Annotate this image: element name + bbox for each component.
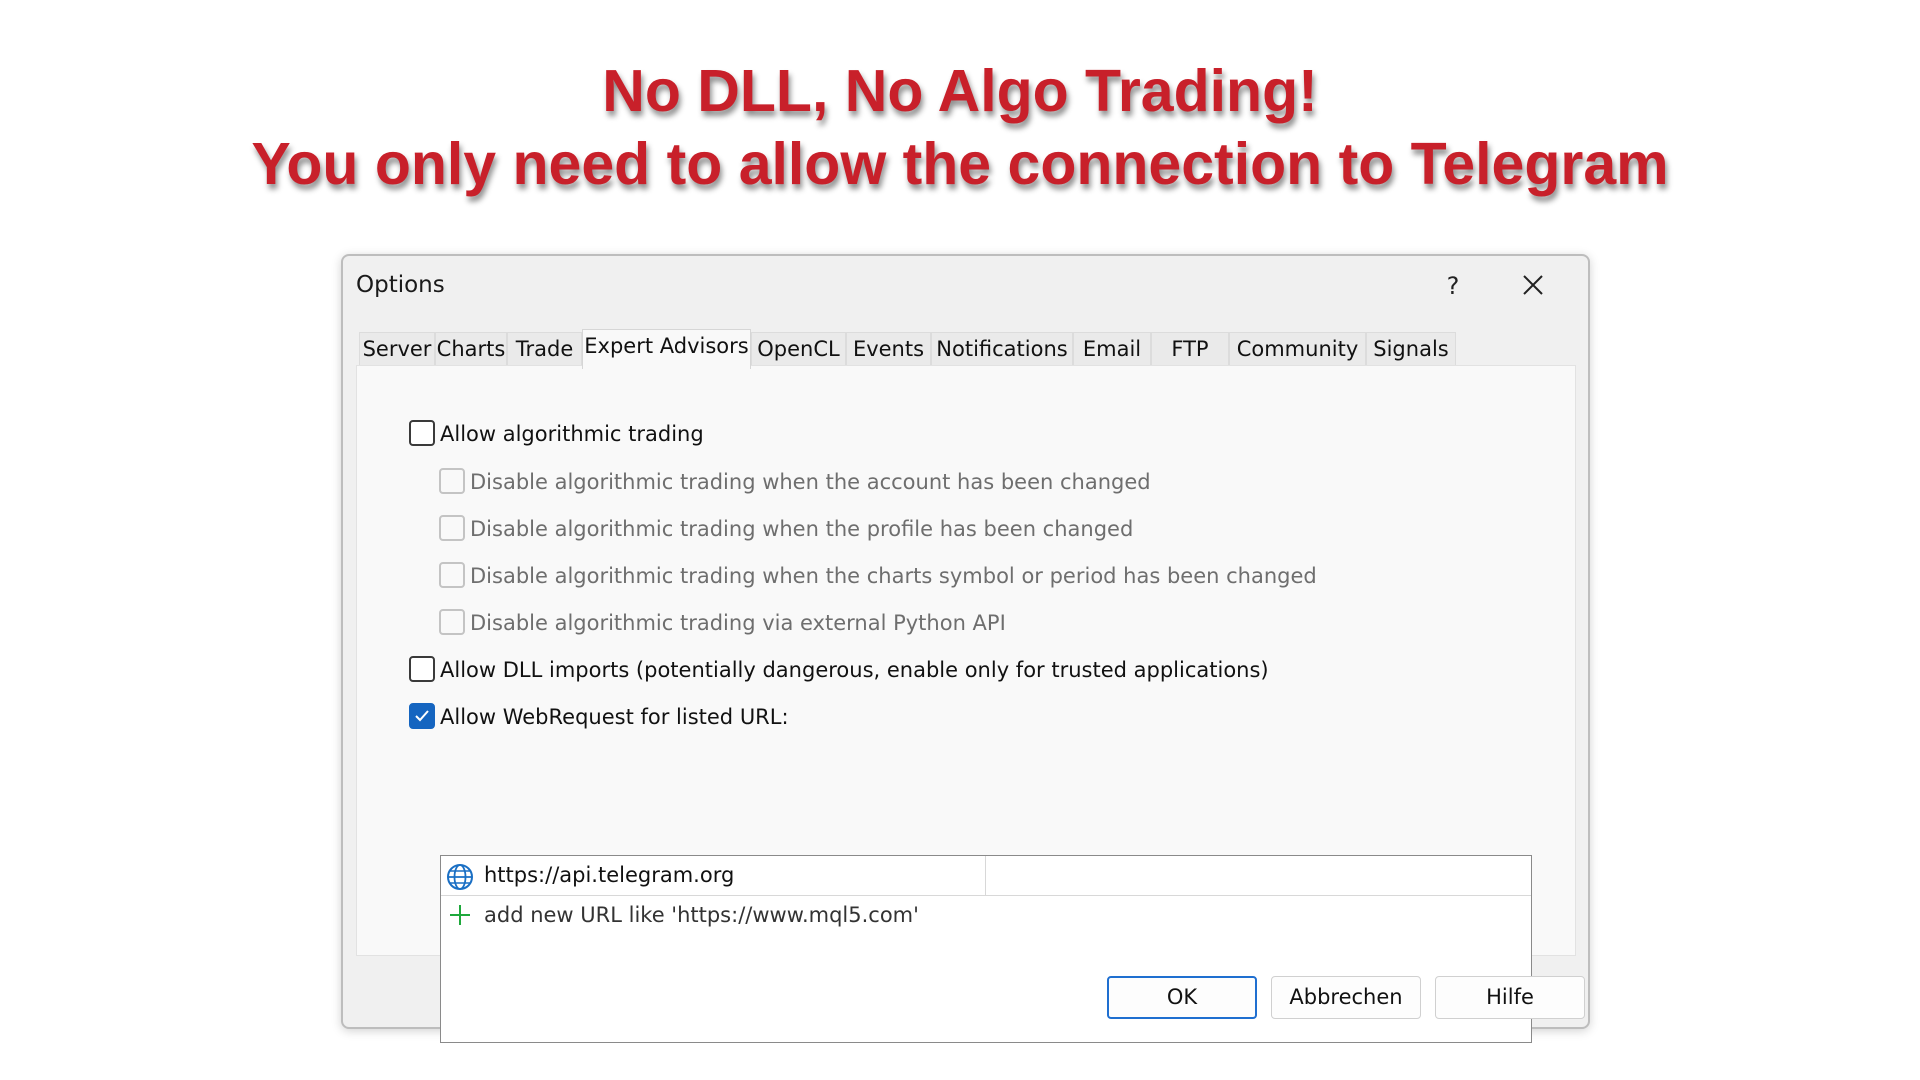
help-button[interactable]: ? <box>1433 268 1473 304</box>
headline: No DLL, No Algo Trading! You only need t… <box>0 55 1920 201</box>
help-dialog-button[interactable]: Hilfe <box>1435 976 1585 1019</box>
dialog-titlebar: Options ? <box>343 256 1588 316</box>
url-list-row[interactable]: https://api.telegram.org <box>441 856 1531 896</box>
expert-advisors-panel: Allow algorithmic trading Disable algori… <box>356 365 1576 1043</box>
disable-on-profile-change-checkbox <box>439 515 465 541</box>
ok-button[interactable]: OK <box>1107 976 1257 1019</box>
allow-webrequest-checkbox[interactable] <box>409 703 435 729</box>
tab-community[interactable]: Community <box>1229 332 1366 367</box>
tab-expert-advisors[interactable]: Expert Advisors <box>582 329 751 369</box>
disable-on-account-change-checkbox <box>439 468 465 494</box>
disable-on-account-change-label: Disable algorithmic trading when the acc… <box>470 470 1151 494</box>
add-url-placeholder: add new URL like 'https://www.mql5.com' <box>484 903 919 927</box>
url-text: https://api.telegram.org <box>484 863 735 887</box>
disable-on-profile-change-label: Disable algorithmic trading when the pro… <box>470 517 1134 541</box>
tab-ftp[interactable]: FTP <box>1151 332 1229 367</box>
disable-on-symbol-change-checkbox <box>439 562 465 588</box>
url-cell[interactable]: https://api.telegram.org <box>441 856 986 895</box>
globe-icon <box>447 864 473 890</box>
allow-algo-trading-label: Allow algorithmic trading <box>440 422 704 446</box>
tab-trade[interactable]: Trade <box>507 332 582 367</box>
allow-dll-imports-checkbox[interactable] <box>409 656 435 682</box>
tab-signals[interactable]: Signals <box>1366 332 1456 367</box>
checkmark-icon <box>415 710 429 722</box>
close-icon <box>1523 275 1543 295</box>
options-dialog: Options ? Server Charts Trade Expert Adv… <box>341 254 1590 1043</box>
tab-server[interactable]: Server <box>359 332 435 367</box>
tab-bar: Server Charts Trade Expert Advisors Open… <box>359 329 1572 369</box>
disable-on-symbol-change-label: Disable algorithmic trading when the cha… <box>470 564 1317 588</box>
close-button[interactable] <box>1513 268 1553 304</box>
tab-email[interactable]: Email <box>1073 332 1151 367</box>
allow-algo-trading-checkbox[interactable] <box>409 420 435 446</box>
disable-python-api-checkbox <box>439 609 465 635</box>
allow-dll-imports-label: Allow DLL imports (potentially dangerous… <box>440 658 1269 682</box>
tab-events[interactable]: Events <box>846 332 931 367</box>
headline-line-1: No DLL, No Algo Trading! <box>602 58 1318 124</box>
add-url-row[interactable]: add new URL like 'https://www.mql5.com' <box>441 896 1531 936</box>
tab-notifications[interactable]: Notifications <box>931 332 1073 367</box>
allow-webrequest-label: Allow WebRequest for listed URL: <box>440 705 789 729</box>
plus-icon <box>450 905 470 925</box>
disable-python-api-label: Disable algorithmic trading via external… <box>470 611 1006 635</box>
headline-line-2: You only need to allow the connection to… <box>251 131 1669 197</box>
tab-charts[interactable]: Charts <box>435 332 507 367</box>
tab-opencl[interactable]: OpenCL <box>751 332 846 367</box>
cancel-button[interactable]: Abbrechen <box>1271 976 1421 1019</box>
dialog-title: Options <box>356 272 445 298</box>
